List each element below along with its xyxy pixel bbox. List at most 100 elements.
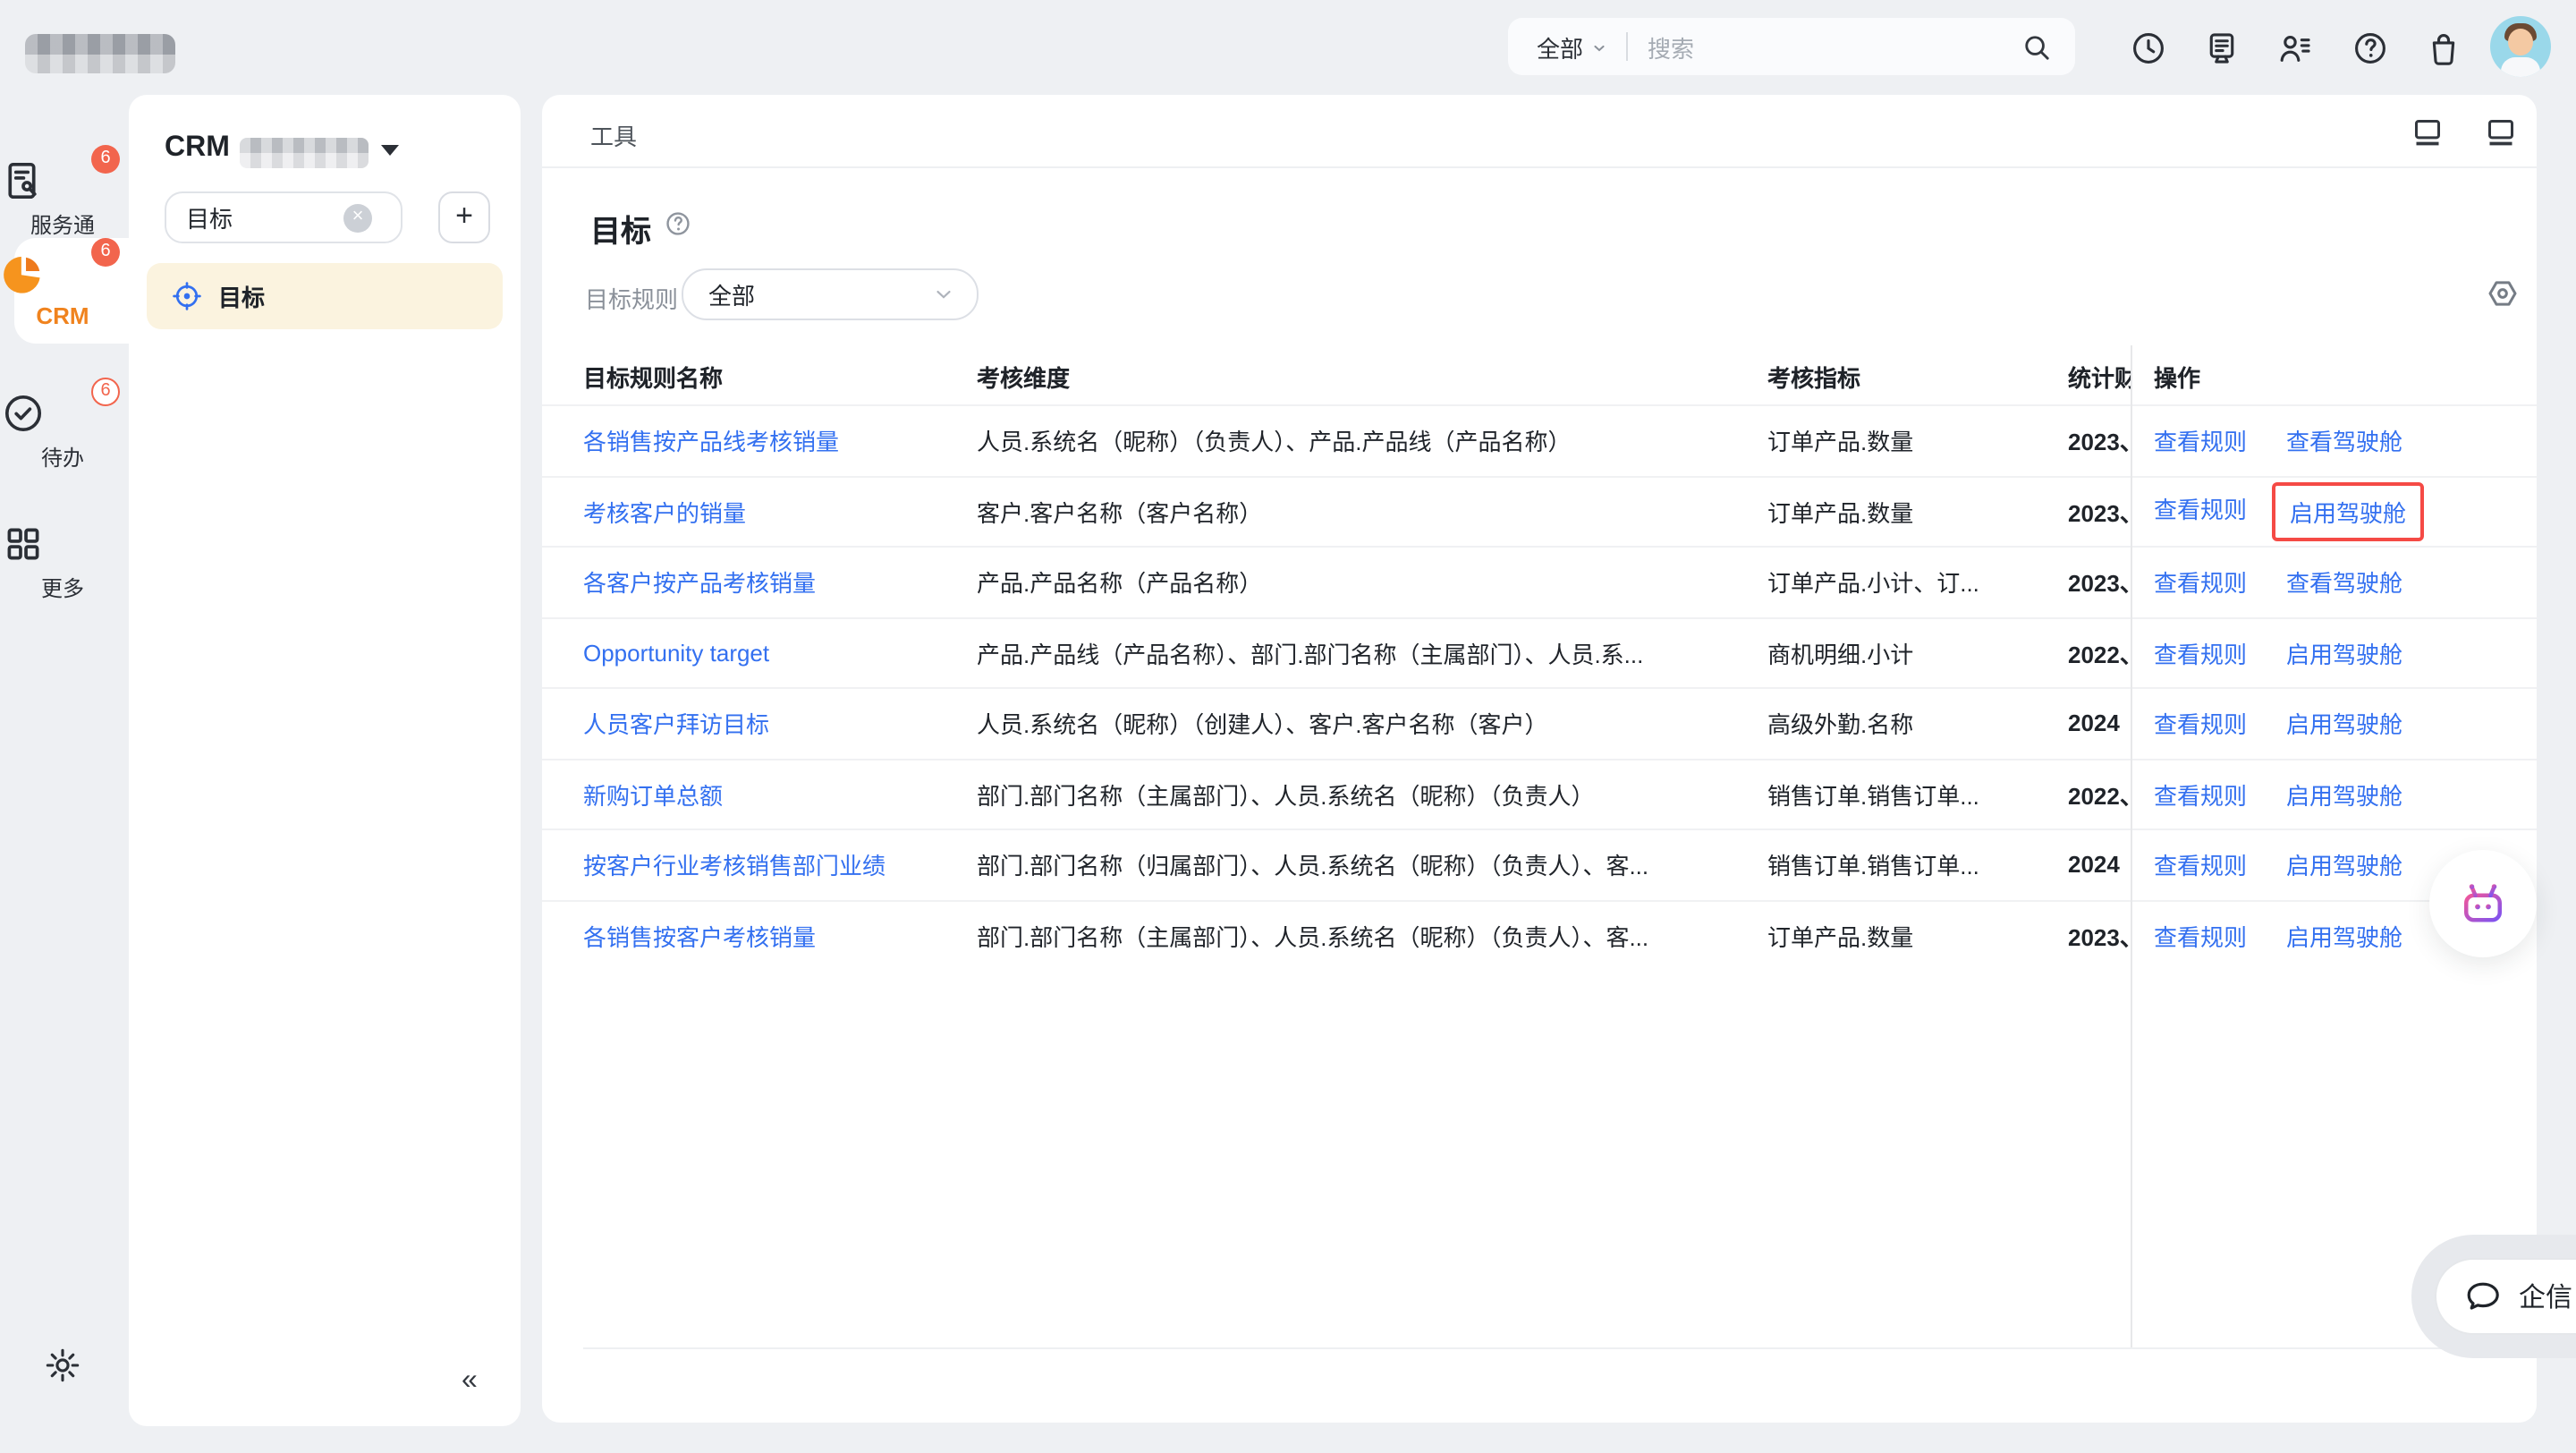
sidebar-item-target[interactable]: 目标 (147, 263, 503, 329)
view-rule-link[interactable]: 查看规则 (2154, 636, 2247, 670)
avatar[interactable] (2490, 16, 2551, 77)
indicator-cell: 订单产品.小计、订... (1767, 565, 2054, 599)
search-placeholder[interactable]: 搜索 (1648, 30, 2020, 64)
workbench-icon[interactable] (2202, 29, 2241, 68)
dashboard-link[interactable]: 启用驾驶舱 (2286, 783, 2402, 810)
dashboard-link[interactable]: 启用驾驶舱 (2286, 712, 2402, 739)
avatar-face (2508, 29, 2533, 55)
global-search[interactable]: 全部 搜索 (1508, 18, 2075, 75)
enterprise-chat-button[interactable]: 企信 (2435, 1258, 2576, 1335)
tab-tools[interactable]: 工具 (590, 118, 637, 152)
add-button[interactable]: + (438, 191, 490, 243)
todo-badge: 6 (91, 378, 120, 406)
fiscal-year-cell: 2024 (2068, 710, 2132, 737)
actions-cell: 查看规则 启用驾驶舱 (2154, 636, 2402, 670)
rule-name-link[interactable]: Opportunity target (583, 640, 950, 667)
search-input[interactable] (186, 204, 343, 231)
app-window: 全部 搜索 6 服务通 (0, 0, 2576, 1453)
help-icon[interactable] (2351, 29, 2390, 68)
indicator-cell: 高级外勤.名称 (1767, 707, 2054, 741)
rule-name-link[interactable]: 考核客户的销量 (583, 495, 950, 529)
fiscal-year-cell: 2022、 (2068, 636, 2132, 670)
purchase-icon[interactable] (2424, 29, 2463, 68)
fiscal-year-cell: 2023、 (2068, 565, 2132, 599)
indicator-cell: 订单产品.数量 (1767, 495, 2054, 529)
main-content: 工具 目标 目标规则 全部 目标规则名称 考核维度 考核指标 统计财 操作 (542, 95, 2537, 1423)
table-row: 新购订单总额 部门.部门名称（主属部门）、人员.系统名（昵称）（负责人） 销售订… (542, 758, 2537, 828)
panel-search-field[interactable]: × (165, 191, 402, 243)
view-rule-link[interactable]: 查看规则 (2154, 707, 2247, 741)
dashboard-link-highlight-wrap: 启用驾驶舱 (2286, 636, 2402, 670)
fiscal-year-cell: 2023、 (2068, 495, 2132, 529)
help-circle-icon[interactable] (664, 209, 692, 238)
rule-name-link[interactable]: 按客户行业考核销售部门业绩 (583, 848, 950, 882)
sidebar-item-crm[interactable]: 6 CRM (0, 251, 125, 329)
rule-name-link[interactable]: 新购订单总额 (583, 777, 950, 811)
filter-label: 目标规则 (585, 281, 678, 315)
sidebar-item-label: 更多 (0, 573, 125, 603)
dimension-cell: 部门.部门名称（主属部门）、人员.系统名（昵称）（负责人）、客... (977, 919, 1750, 953)
sidebar-item-label: 服务通 (0, 209, 125, 240)
rule-name-link[interactable]: 各销售按产品线考核销量 (583, 424, 950, 458)
table-body: 各销售按产品线考核销量 人员.系统名（昵称）（负责人）、产品.产品线（产品名称）… (542, 404, 2537, 970)
table-settings-icon[interactable] (2485, 276, 2521, 311)
sidebar-item-todo[interactable]: 6 待办 (0, 390, 125, 472)
sidebar-item-service[interactable]: 6 服务通 (0, 157, 125, 240)
view-rule-link[interactable]: 查看规则 (2154, 848, 2247, 882)
sidebar-item-label: CRM (0, 302, 125, 329)
history-icon[interactable] (2129, 29, 2168, 68)
view-rule-link[interactable]: 查看规则 (2154, 565, 2247, 599)
actions-cell: 查看规则 启用驾驶舱 (2154, 777, 2402, 811)
view-rule-link[interactable]: 查看规则 (2154, 919, 2247, 953)
dashboard-link[interactable]: 查看驾驶舱 (2286, 571, 2402, 598)
window-new-icon[interactable] (2483, 115, 2519, 150)
gear-icon[interactable] (43, 1346, 82, 1385)
rule-name-link[interactable]: 各客户按产品考核销量 (583, 565, 950, 599)
table-row: 各销售按产品线考核销量 人员.系统名（昵称）（负责人）、产品.产品线（产品名称）… (542, 404, 2537, 475)
indicator-cell: 商机明细.小计 (1767, 636, 2054, 670)
dimension-cell: 人员.系统名（昵称）（创建人）、客户.客户名称（客户） (977, 707, 1750, 741)
rule-filter-select[interactable]: 全部 (682, 268, 979, 320)
dashboard-link[interactable]: 启用驾驶舱 (2286, 854, 2402, 880)
dimension-cell: 部门.部门名称（归属部门）、人员.系统名（昵称）（负责人）、客... (977, 848, 1750, 882)
sidebar-item-more[interactable]: 更多 (0, 521, 125, 603)
dashboard-link-highlight-wrap: 启用驾驶舱 (2286, 777, 2402, 811)
tab-bar: 工具 (542, 95, 2537, 168)
crm-badge: 6 (91, 238, 120, 267)
dashboard-link-highlight-wrap: 查看驾驶舱 (2286, 565, 2402, 599)
table-row: Opportunity target 产品.产品线（产品名称）、部门.部门名称（… (542, 616, 2537, 687)
dashboard-link[interactable]: 启用驾驶舱 (2286, 924, 2402, 951)
dashboard-link[interactable]: 查看驾驶舱 (2286, 429, 2402, 456)
clear-search-icon[interactable]: × (343, 203, 372, 232)
view-rule-link[interactable]: 查看规则 (2154, 491, 2247, 532)
search-icon[interactable] (2020, 30, 2054, 64)
pie-chart-icon (0, 251, 47, 297)
fiscal-year-cell: 2024 (2068, 852, 2132, 879)
chevron-down-icon[interactable] (381, 145, 399, 156)
dashboard-link-highlight-wrap: 启用驾驶舱 (2286, 848, 2402, 882)
table-row: 各销售按客户考核销量 部门.部门名称（主属部门）、人员.系统名（昵称）（负责人）… (542, 899, 2537, 970)
view-rule-link[interactable]: 查看规则 (2154, 424, 2247, 458)
table-header: 目标规则名称 考核维度 考核指标 统计财 操作 (542, 345, 2537, 404)
ai-assistant-button[interactable] (2429, 850, 2537, 957)
actions-cell: 查看规则 启用驾驶舱 (2154, 848, 2402, 882)
actions-cell: 查看规则 启用驾驶舱 (2154, 707, 2402, 741)
todo-check-icon (0, 390, 47, 437)
search-scope-selector[interactable]: 全部 (1537, 30, 1583, 64)
dashboard-link[interactable]: 启用驾驶舱 (2290, 500, 2406, 527)
dashboard-link-highlight-wrap: 查看驾驶舱 (2286, 424, 2402, 458)
rule-name-link[interactable]: 各销售按客户考核销量 (583, 919, 950, 953)
rule-name-link[interactable]: 人员客户拜访目标 (583, 707, 950, 741)
collapse-panel-button[interactable]: « (462, 1365, 478, 1398)
contacts-icon[interactable] (2275, 29, 2315, 68)
service-doc-icon (0, 157, 47, 204)
dashboard-link[interactable]: 启用驾驶舱 (2286, 642, 2402, 668)
sidebar-item-label: 待办 (0, 442, 125, 472)
col-header-fiscal: 统计财 (2068, 360, 2132, 394)
col-header-name: 目标规则名称 (583, 360, 723, 394)
dimension-cell: 客户.客户名称（客户名称） (977, 495, 1750, 529)
window-layout-icon[interactable] (2410, 115, 2445, 150)
col-header-actions: 操作 (2154, 360, 2200, 394)
indicator-cell: 销售订单.销售订单... (1767, 848, 2054, 882)
view-rule-link[interactable]: 查看规则 (2154, 777, 2247, 811)
